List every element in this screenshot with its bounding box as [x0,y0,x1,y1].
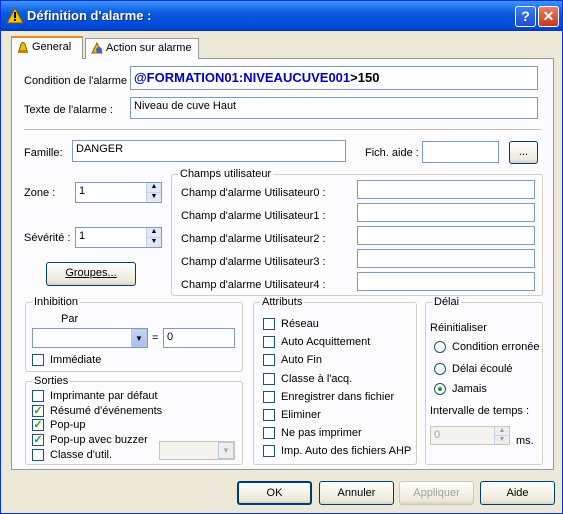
attributs-label-3: Classe à l'acq. [281,372,353,385]
inhibition-combo[interactable]: ▼ [32,328,148,348]
tab-general[interactable]: General [11,36,83,59]
champ4-label: Champ d'alarme Utilisateur4 : [181,279,326,291]
radio-delai-ecoule-label: Délai écoulé [452,363,513,375]
champ0-label: Champ d'alarme Utilisateur0 : [181,187,326,199]
champ1-label: Champ d'alarme Utilisateur1 : [181,210,326,222]
ok-button[interactable]: OK [237,481,312,505]
radio-condition-erronee-label: Condition erronée [452,341,540,353]
attributs-checkbox-1[interactable] [263,336,275,349]
sorties-title: Sorties [32,375,71,387]
attributs-checkbox-5[interactable] [263,409,275,421]
intervalle-spinner[interactable]: ▲ ▼ [494,427,509,444]
sorties-label-1: Résumé d'événements [50,404,163,417]
attributs-checkbox-6[interactable] [263,427,275,440]
attributs-label-0: Réseau [281,318,319,330]
zone-value: 1 [79,185,86,197]
immediate-checkbox[interactable] [32,354,44,366]
texte-input[interactable]: Niveau de cuve Haut [130,97,538,119]
dialog-window: Définition d'alarme : ? ✕ General Action… [0,0,563,514]
chevron-down-icon[interactable]: ▼ [131,329,147,347]
champ0-input[interactable] [357,180,535,199]
tab-action-sur-alarme[interactable]: Action sur alarme [85,38,199,59]
zone-input[interactable]: 1 ▲ ▼ [75,182,162,203]
sorties-label-2: Pop-up [50,419,86,432]
alarm-action-icon [91,41,103,54]
champ2-input[interactable] [357,226,535,245]
attributs-label-4: Enregistrer dans fichier [281,390,395,403]
champ1-input[interactable] [357,203,535,222]
ms-label: ms. [516,435,534,447]
attributs-label-5: Eliminer [281,409,321,421]
radio-condition-erronee[interactable] [434,341,446,353]
severite-label: Sévérité : [24,232,71,244]
intervalle-input[interactable]: 0 ▲ ▼ [430,426,510,445]
attributs-label-1: Auto Acquittement [281,336,371,349]
severite-input[interactable]: 1 ▲ ▼ [75,227,162,248]
champ3-input[interactable] [357,249,535,268]
warning-icon [6,7,24,24]
champ3-label: Champ d'alarme Utilisateur3 : [181,256,326,268]
attributs-label-2: Auto Fin [281,354,322,367]
attributs-checkbox-0[interactable] [263,318,275,330]
sorties-label-4: Classe d'util. [50,448,113,461]
champ4-input[interactable] [357,272,535,291]
champ2-label: Champ d'alarme Utilisateur2 : [181,233,326,245]
attributs-checkbox-7[interactable] [263,445,275,458]
zone-spinner[interactable]: ▲ ▼ [146,183,161,202]
tab-general-label: General [32,41,72,53]
classe-util-combo[interactable]: ▼ [159,441,235,460]
groupes-button[interactable]: Groupes... [46,262,136,286]
radio-delai-ecoule[interactable] [434,363,446,375]
help-button[interactable]: ? [515,6,536,27]
alarm-bell-icon [18,42,28,53]
attributs-checkbox-4[interactable] [263,390,275,403]
fich-aide-label: Fich. aide : [365,147,419,159]
appliquer-button[interactable]: Appliquer [399,481,474,505]
close-button[interactable]: ✕ [538,6,559,27]
title-bar: Définition d'alarme : ? ✕ [1,1,562,31]
sorties-checkbox-0[interactable] [32,390,44,402]
sorties-checkbox-1[interactable]: ✓ [32,404,44,417]
sorties-checkbox-4[interactable] [32,448,44,461]
attributs-label-6: Ne pas imprimer [281,427,362,440]
condition-expression: >150 [350,70,380,85]
chevron-down-icon[interactable]: ▼ [218,442,234,459]
separator [24,129,541,131]
inhibition-value-input[interactable]: 0 [163,328,235,348]
annuler-button[interactable]: Annuler [319,481,394,505]
browse-button[interactable]: ... [509,141,538,164]
window-title: Définition d'alarme : [27,8,152,23]
champs-title: Champs utilisateur [178,168,274,180]
sorties-checkbox-3[interactable]: ✓ [32,434,44,447]
severite-value: 1 [79,230,86,242]
attributs-title: Attributs [260,296,305,308]
equals-label: = [152,332,159,344]
texte-label: Texte de l'alarme : [24,104,113,116]
delai-title: Délai [432,296,462,308]
attributs-label-7: Imp. Auto des fichiers AHP [281,445,412,458]
severite-spinner[interactable]: ▲ ▼ [146,228,161,247]
radio-jamais[interactable] [434,383,446,395]
famille-input[interactable]: DANGER [72,140,346,162]
reinitialiser-label: Réinitialiser [430,322,487,334]
condition-label: Condition de l'alarme : [24,75,134,87]
sorties-checkbox-2[interactable]: ✓ [32,419,44,432]
inhibition-title: Inhibition [32,296,81,308]
attributs-checkbox-2[interactable] [263,354,275,367]
intervalle-value: 0 [434,429,441,441]
intervalle-label: Intervalle de temps : [430,405,530,417]
radio-jamais-label: Jamais [452,383,487,395]
tab-action-label: Action sur alarme [106,42,192,54]
condition-input[interactable]: @FORMATION01:NIVEAUCUVE001>150 [130,66,538,90]
par-label: Par [61,313,79,325]
famille-label: Famille: [24,147,63,159]
immediate-label: Immédiate [50,354,102,366]
aide-button[interactable]: Aide [480,481,555,505]
zone-label: Zone : [24,187,56,199]
sorties-label-0: Imprimante par défaut [50,390,158,402]
condition-tag: @FORMATION01:NIVEAUCUVE001 [134,70,351,85]
attributs-checkbox-3[interactable] [263,372,275,385]
sorties-label-3: Pop-up avec buzzer [50,434,148,447]
fich-aide-input[interactable] [422,141,499,163]
